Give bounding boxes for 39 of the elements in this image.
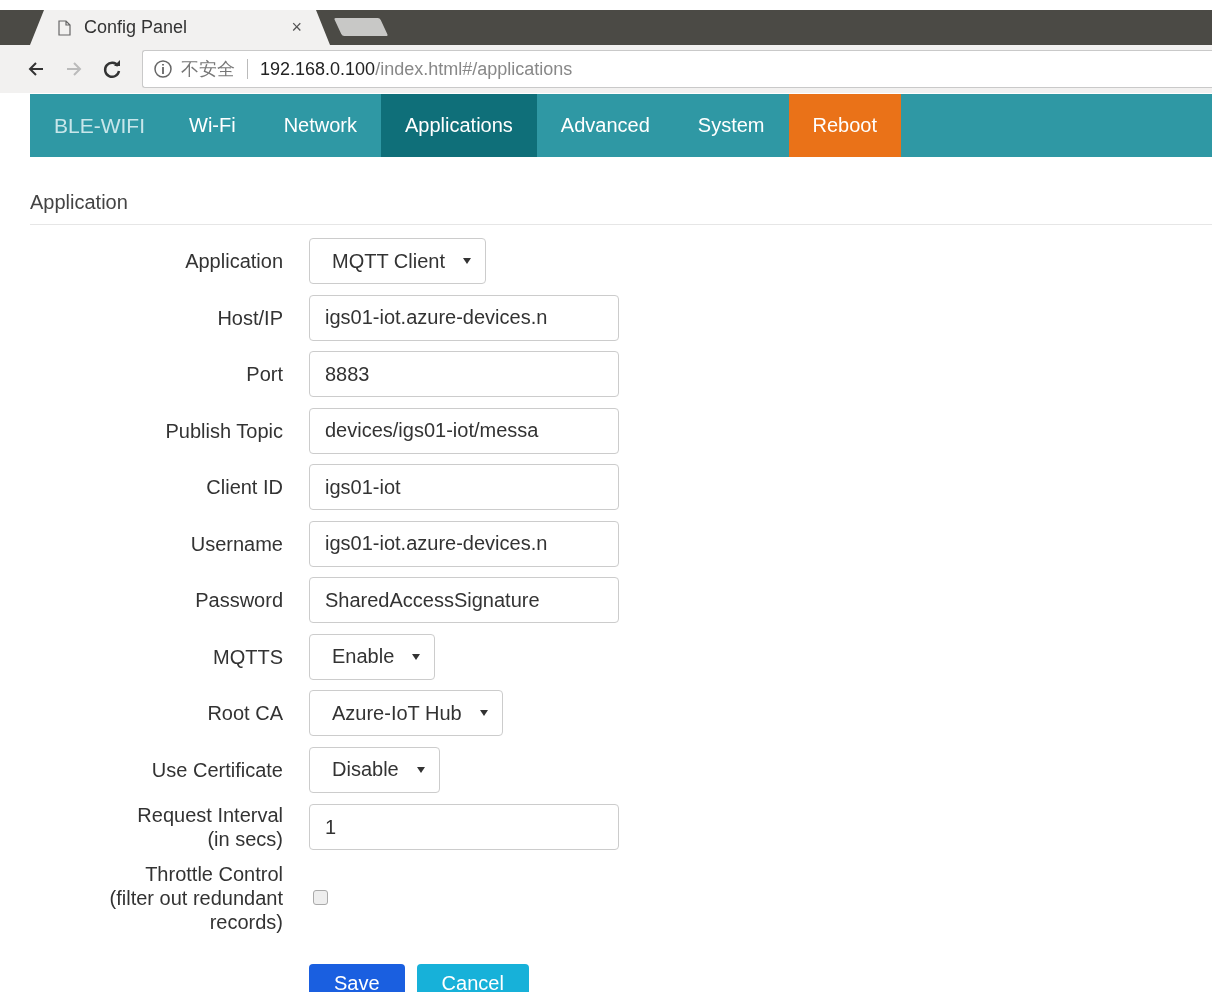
field-label: Root CA [206, 701, 283, 725]
select-field[interactable]: Disable [309, 746, 440, 793]
browser-tab[interactable]: Config Panel × [30, 10, 330, 45]
nav-link[interactable]: Applications [381, 94, 537, 157]
caret-icon [463, 258, 471, 264]
input-field[interactable]: devices/igs01-iot/messa [309, 407, 619, 454]
checkbox[interactable] [313, 890, 328, 905]
save-button[interactable]: Save [309, 963, 405, 992]
input-field[interactable]: igs01-iot.azure-devices.n [309, 520, 619, 567]
input-field[interactable]: SharedAccessSignature [309, 577, 619, 623]
field-label: Use Certificate [150, 757, 283, 782]
select-field[interactable]: Azure-IoT Hub [309, 690, 503, 736]
field-label: Publish Topic [164, 418, 283, 443]
field-label: Throttle Control (filter out redundant records) [108, 861, 283, 934]
url-text: 192.168.0.100/index.html#/applications [260, 58, 573, 80]
field-label: Port [245, 362, 283, 386]
select-field[interactable]: MQTT Client [309, 238, 486, 284]
select-field[interactable]: Enable [309, 633, 436, 680]
field-label: Request Interval (in secs) [136, 803, 283, 851]
caret-icon [479, 710, 488, 716]
input-field[interactable]: igs01-iot [309, 464, 619, 510]
field-label: Username [189, 531, 283, 556]
caret-icon [412, 653, 421, 660]
caret-icon [416, 766, 425, 773]
section-title: Application [30, 191, 1212, 225]
security-label: 不安全 [181, 58, 235, 81]
input-field[interactable]: 8883 [309, 351, 619, 397]
field-label: Password [194, 588, 283, 612]
field-label: Application [184, 249, 283, 273]
field-label: Client ID [205, 475, 283, 499]
info-icon [153, 59, 173, 79]
input-field[interactable]: 1 [309, 804, 619, 850]
reload-icon[interactable] [102, 59, 122, 79]
address-bar[interactable]: 不安全 192.168.0.100/index.html#/applications [142, 50, 1212, 88]
field-label: Host/IP [216, 305, 283, 330]
close-button[interactable]: × [291, 17, 302, 38]
input-field[interactable]: igs01-iot.azure-devices.n [309, 294, 619, 341]
field-label: MQTTS [212, 644, 283, 669]
tab-title: Config Panel [84, 17, 189, 38]
